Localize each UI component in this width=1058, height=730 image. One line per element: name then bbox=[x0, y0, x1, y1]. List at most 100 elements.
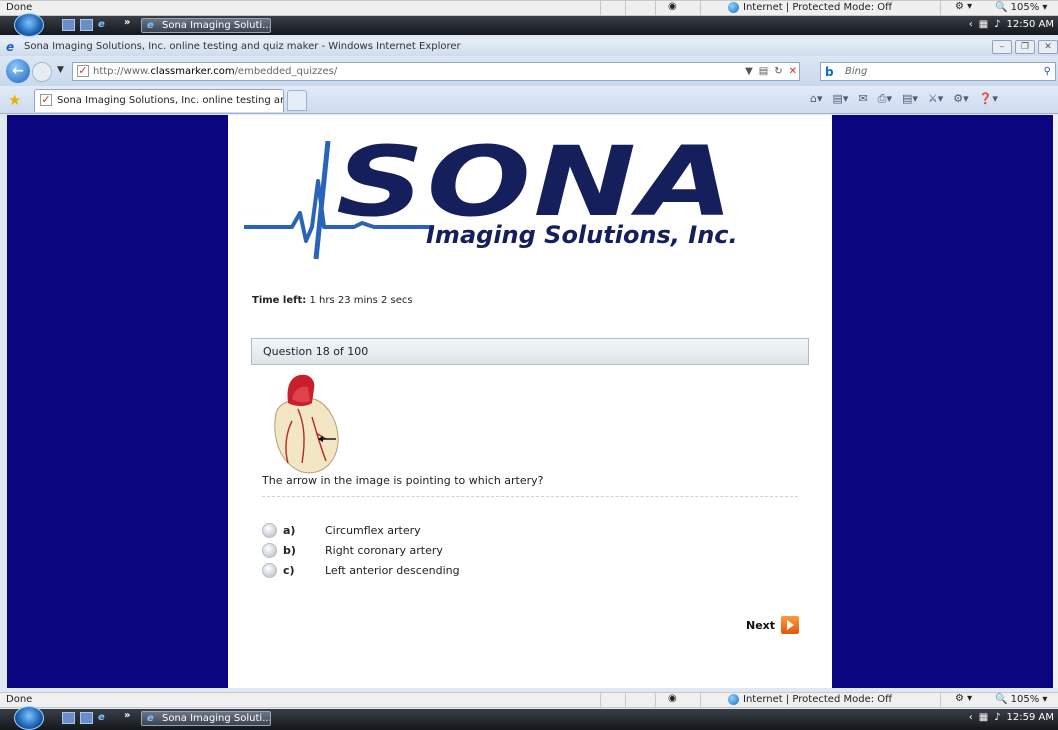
network-icon[interactable]: ▦ bbox=[979, 712, 988, 723]
radio-button[interactable] bbox=[262, 522, 277, 538]
privacy-icon[interactable]: ◉ bbox=[668, 693, 677, 704]
feeds-icon[interactable]: ▤▾ bbox=[833, 92, 849, 106]
clock[interactable]: 12:59 AM bbox=[1007, 712, 1054, 723]
start-button[interactable] bbox=[14, 706, 44, 730]
navigation-bar: ← ▼ ✓ http://www.classmarker.com/embedde… bbox=[0, 56, 1058, 86]
mail-icon[interactable]: ✉ bbox=[858, 92, 867, 106]
tab-active[interactable]: ✓ Sona Imaging Solutions, Inc. online te… bbox=[34, 89, 284, 112]
status-text: Done bbox=[6, 694, 33, 705]
show-desktop-icon[interactable] bbox=[62, 19, 75, 31]
tray-expand-icon[interactable]: ‹ bbox=[969, 712, 973, 723]
clock[interactable]: 12:50 AM bbox=[1007, 19, 1054, 30]
search-placeholder: Bing bbox=[845, 66, 868, 77]
answer-option-c[interactable]: c) Left anterior descending bbox=[262, 561, 460, 579]
network-icon[interactable]: ▦ bbox=[979, 19, 988, 30]
home-icon[interactable]: ⌂▾ bbox=[810, 92, 823, 106]
start-button[interactable] bbox=[14, 13, 44, 37]
url-domain: classmarker.com bbox=[150, 66, 235, 77]
quiz-page: SONA Imaging Solutions, Inc. Time left: … bbox=[228, 115, 832, 688]
quick-launch-more[interactable]: » bbox=[124, 710, 130, 721]
quick-launch-more[interactable]: » bbox=[124, 17, 130, 28]
status-divider bbox=[700, 693, 701, 708]
status-bar-top: Done ◉ Internet | Protected Mode: Off ⚙ … bbox=[0, 0, 1058, 16]
time-left-label: Time left: bbox=[252, 295, 307, 306]
volume-icon[interactable]: ♪ bbox=[994, 712, 1000, 723]
forward-button[interactable] bbox=[32, 62, 52, 82]
status-divider bbox=[600, 693, 601, 708]
ie-icon[interactable]: e bbox=[98, 712, 111, 724]
new-tab-button[interactable] bbox=[287, 90, 307, 111]
time-left-value: 1 hrs 23 mins 2 secs bbox=[309, 295, 413, 306]
option-text[interactable]: Right coronary artery bbox=[325, 544, 443, 557]
classmarker-favicon: ✓ bbox=[40, 93, 52, 106]
radio-button[interactable] bbox=[262, 562, 277, 578]
compatibility-view-icon[interactable]: ▤ bbox=[759, 63, 768, 80]
tab-bar: ★ ✓ Sona Imaging Solutions, Inc. online … bbox=[0, 86, 1058, 114]
status-bar-bottom: Done ◉ Internet | Protected Mode: Off ⚙ … bbox=[0, 692, 1058, 708]
answer-option-b[interactable]: b) Right coronary artery bbox=[262, 541, 443, 559]
back-button[interactable]: ← bbox=[6, 59, 30, 83]
taskbar-bottom: e » Sona Imaging Soluti... ‹ ▦ ♪ 12:59 A… bbox=[0, 706, 1058, 730]
sona-logo: SONA Imaging Solutions, Inc. bbox=[244, 141, 738, 260]
radio-button[interactable] bbox=[262, 542, 277, 558]
scrollbar[interactable] bbox=[1053, 115, 1058, 688]
search-icon[interactable]: ⚲ bbox=[1044, 63, 1051, 80]
taskbar-top: e » Sona Imaging Soluti... ‹ ▦ ♪ 12:50 A… bbox=[0, 13, 1058, 37]
tray-expand-icon[interactable]: ‹ bbox=[969, 19, 973, 30]
protected-mode-icon[interactable]: ⚙ ▾ bbox=[955, 1, 972, 12]
show-desktop-icon[interactable] bbox=[62, 712, 75, 724]
switch-windows-icon[interactable] bbox=[80, 19, 93, 31]
system-tray: ‹ ▦ ♪ 12:59 AM bbox=[969, 712, 1054, 723]
refresh-icon[interactable]: ↻ bbox=[774, 63, 782, 80]
system-tray: ‹ ▦ ♪ 12:50 AM bbox=[969, 19, 1054, 30]
protected-mode-icon[interactable]: ⚙ ▾ bbox=[955, 693, 972, 704]
safety-menu-icon[interactable]: ⚔▾ bbox=[928, 92, 943, 106]
option-text[interactable]: Circumflex artery bbox=[325, 524, 421, 537]
volume-icon[interactable]: ♪ bbox=[994, 19, 1000, 30]
help-icon[interactable]: ❓▾ bbox=[979, 92, 998, 106]
minimize-button[interactable]: – bbox=[992, 40, 1012, 54]
switch-windows-icon[interactable] bbox=[80, 712, 93, 724]
option-letter: b) bbox=[283, 543, 296, 557]
taskbar-ie-button[interactable]: Sona Imaging Soluti... bbox=[141, 711, 271, 726]
next-button[interactable]: Next bbox=[746, 616, 800, 634]
option-text[interactable]: Left anterior descending bbox=[325, 564, 460, 577]
restore-button[interactable]: ❐ bbox=[1015, 40, 1035, 54]
status-divider bbox=[600, 1, 601, 16]
recent-pages-dropdown[interactable]: ▼ bbox=[57, 65, 64, 75]
zoom-text: 105% bbox=[1010, 694, 1040, 705]
favorites-star-icon[interactable]: ★ bbox=[8, 91, 21, 109]
status-divider bbox=[655, 1, 656, 16]
zoom-control[interactable]: 🔍 105% ▾ bbox=[995, 2, 1047, 13]
window-titlebar: e Sona Imaging Solutions, Inc. online te… bbox=[0, 39, 1058, 56]
stop-icon[interactable]: ✕ bbox=[789, 63, 797, 80]
zone-text: Internet | Protected Mode: Off bbox=[743, 694, 893, 705]
quick-launch: e bbox=[62, 19, 111, 31]
heart-image bbox=[274, 374, 339, 474]
url-prefix: http://www. bbox=[93, 66, 151, 77]
zoom-control[interactable]: 🔍 105% ▾ bbox=[995, 694, 1047, 705]
status-divider bbox=[940, 693, 941, 708]
tools-menu-icon[interactable]: ⚙▾ bbox=[953, 92, 968, 106]
page-menu-icon[interactable]: ▤▾ bbox=[902, 92, 918, 106]
window-controls: – ❐ ✕ bbox=[992, 40, 1058, 54]
status-divider bbox=[625, 1, 626, 16]
status-divider bbox=[940, 1, 941, 16]
next-label: Next bbox=[746, 618, 776, 632]
ie-icon[interactable]: e bbox=[98, 19, 111, 31]
search-box[interactable]: b Bing ⚲ bbox=[820, 62, 1056, 81]
globe-icon bbox=[728, 694, 739, 705]
security-zone[interactable]: Internet | Protected Mode: Off bbox=[728, 2, 892, 13]
print-icon[interactable]: ⎙▾ bbox=[878, 92, 892, 106]
taskbar-ie-button[interactable]: Sona Imaging Soluti... bbox=[141, 18, 271, 33]
question-text: The arrow in the image is pointing to wh… bbox=[262, 474, 544, 487]
address-dropdown-icon[interactable]: ▼ bbox=[745, 63, 753, 80]
heart-body bbox=[274, 398, 339, 474]
close-button[interactable]: ✕ bbox=[1038, 40, 1058, 54]
address-bar[interactable]: ✓ http://www.classmarker.com/embedded_qu… bbox=[72, 62, 800, 81]
logo-tagline: Imaging Solutions, Inc. bbox=[426, 221, 738, 249]
privacy-icon[interactable]: ◉ bbox=[668, 1, 677, 12]
answer-option-a[interactable]: a) Circumflex artery bbox=[262, 521, 421, 539]
security-zone[interactable]: Internet | Protected Mode: Off bbox=[728, 694, 892, 705]
window-title: Sona Imaging Solutions, Inc. online test… bbox=[24, 41, 461, 52]
